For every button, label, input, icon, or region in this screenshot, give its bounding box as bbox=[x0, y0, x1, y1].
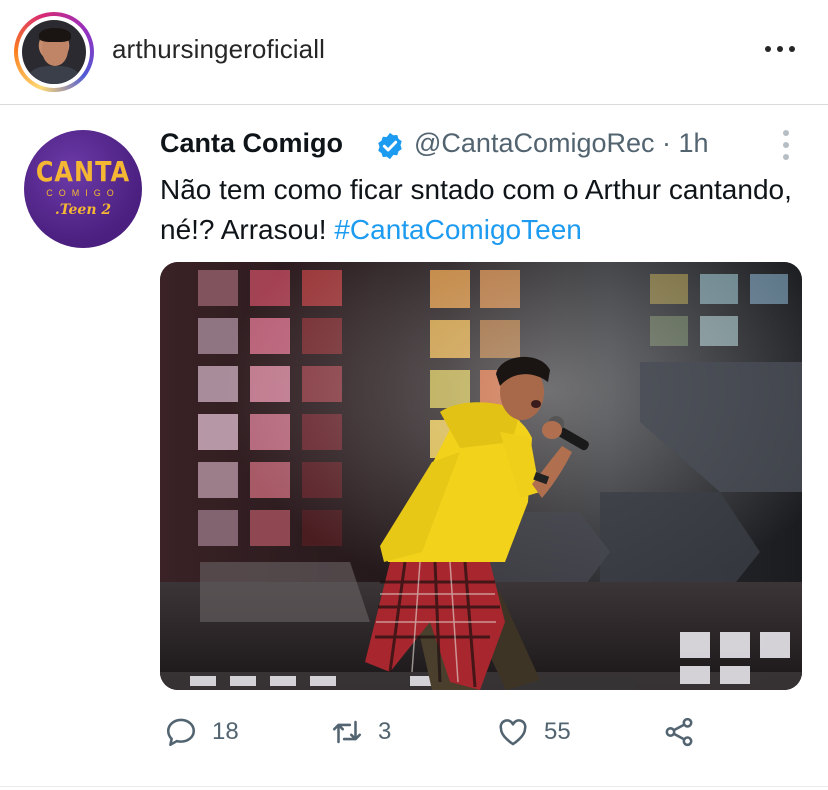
like-button[interactable]: 55 bbox=[496, 712, 571, 752]
reply-button[interactable]: 18 bbox=[164, 712, 239, 752]
retweet-icon bbox=[332, 720, 362, 744]
retweet-button[interactable]: 3 bbox=[330, 712, 391, 752]
tweet-actions: 18 3 55 bbox=[0, 712, 828, 752]
reply-count: 18 bbox=[212, 718, 239, 745]
handle-and-time[interactable]: @CantaComigoRec · 1h bbox=[414, 128, 709, 159]
heart-icon bbox=[499, 719, 527, 746]
reply-icon bbox=[166, 718, 196, 747]
header-divider bbox=[0, 104, 828, 105]
tweet-text: Não tem como ficar sntado com o Arthur c… bbox=[160, 170, 810, 250]
tweet-menu-icon[interactable] bbox=[780, 128, 792, 162]
share-icon bbox=[665, 717, 693, 747]
instagram-post-header: arthursingeroficiall bbox=[0, 0, 828, 104]
logo-canta-text: CANTA bbox=[35, 155, 131, 189]
retweet-count: 3 bbox=[378, 718, 392, 745]
share-button[interactable] bbox=[662, 712, 696, 752]
username-link[interactable]: arthursingeroficiall bbox=[112, 34, 325, 65]
stage-performance-image bbox=[160, 262, 802, 690]
bottom-divider bbox=[0, 786, 828, 787]
user-avatar[interactable] bbox=[22, 20, 86, 84]
tweet-photo[interactable] bbox=[160, 262, 802, 690]
verified-badge-icon bbox=[378, 132, 402, 160]
like-count: 55 bbox=[544, 718, 571, 745]
logo-teen-text: .Teen 2 bbox=[54, 202, 112, 218]
more-options-icon[interactable] bbox=[760, 38, 800, 58]
display-name[interactable]: Canta Comigo bbox=[160, 128, 343, 159]
logo-comigo-text: COMIGO bbox=[46, 188, 120, 198]
story-ring[interactable] bbox=[14, 12, 94, 92]
account-avatar[interactable]: CANTA COMIGO .Teen 2 bbox=[24, 130, 142, 248]
hashtag-link[interactable]: #CantaComigoTeen bbox=[334, 214, 582, 245]
